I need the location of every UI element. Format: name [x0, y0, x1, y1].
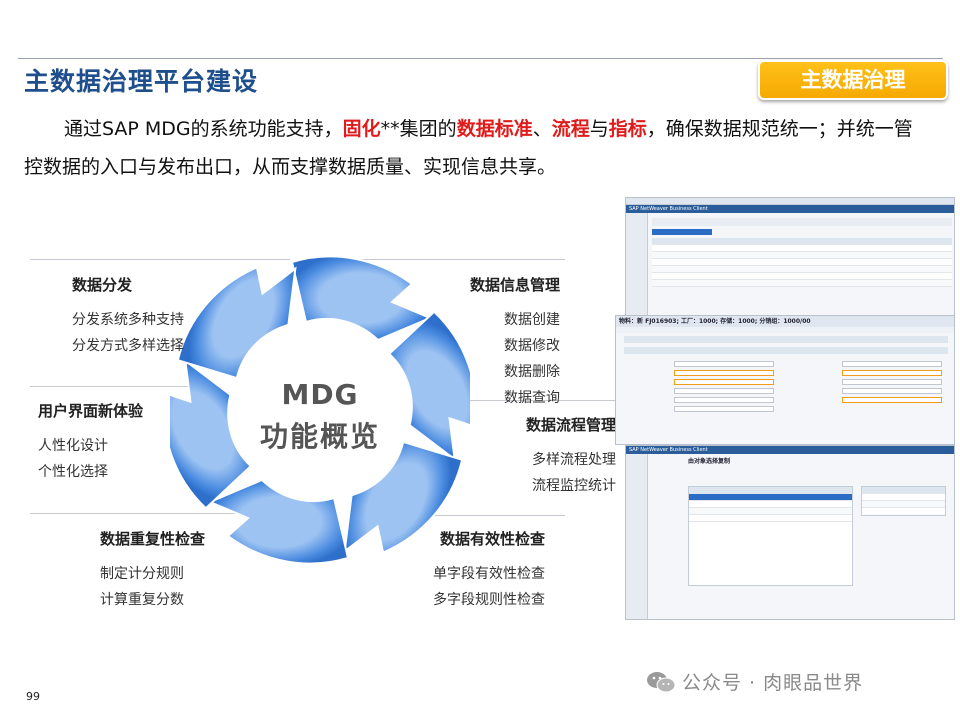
- sap-screenshot-form: 物料：新 FJ016903; 工厂：1000; 存储：1000; 分销组：100…: [615, 315, 955, 445]
- sap-material-bar: 物料：新 FJ016903; 工厂：1000; 存储：1000; 分销组：100…: [616, 316, 954, 327]
- feature-info-mgmt: 数据信息管理 数据创建 数据修改 数据删除 数据查询: [440, 274, 560, 411]
- feature-item: 单字段有效性检查: [433, 566, 545, 582]
- feature-item: 计算重复分数: [100, 592, 184, 608]
- intro-paragraph: 通过SAP MDG的系统功能支持，固化**集团的数据标准、流程与指标，确保数据规…: [24, 110, 924, 186]
- watermark-text: 公众号 · 肉眼品世界: [682, 672, 864, 694]
- top-rule: [18, 58, 943, 59]
- feature-item: 数据创建: [504, 312, 560, 328]
- wechat-icon: [647, 671, 676, 692]
- sap-copy-title: 由对象选择复制: [688, 458, 731, 465]
- intro-text-4: 与: [589, 118, 609, 140]
- feature-item: 数据查询: [504, 390, 560, 406]
- feature-item: 流程监控统计: [532, 478, 616, 494]
- section-tag: 主数据治理: [758, 60, 948, 100]
- feature-item: 多字段规则性检查: [433, 592, 545, 608]
- intro-text-1: 通过SAP MDG的系统功能支持，: [64, 118, 343, 140]
- sap-titlebar: SAP NetWeaver Business Client: [626, 446, 954, 454]
- watermark: 公众号 · 肉眼品世界: [646, 668, 863, 695]
- feature-item: 分发方式多样选择: [72, 338, 184, 354]
- feature-validity: 数据有效性检查 单字段有效性检查 多字段规则性检查: [420, 528, 545, 613]
- feature-item: 人性化设计: [38, 438, 108, 454]
- intro-highlight-1: 固化: [342, 118, 381, 140]
- feature-distribute: 数据分发 分发系统多种支持 分发方式多样选择: [72, 274, 184, 359]
- feature-title: 数据信息管理: [469, 276, 560, 294]
- feature-ui: 用户界面新体验 人性化设计 个性化选择: [38, 400, 143, 485]
- intro-text-2: **集团的: [380, 118, 457, 140]
- intro-highlight-3: 流程: [551, 118, 590, 140]
- feature-title: 数据重复性检查: [100, 530, 206, 548]
- feature-item: 数据删除: [504, 364, 560, 380]
- page-number: 99: [26, 690, 40, 703]
- intro-text-3: 、: [532, 118, 552, 140]
- feature-item: 制定计分规则: [100, 566, 184, 582]
- center-label-mdg: MDG: [281, 378, 359, 411]
- feature-item: 个性化选择: [38, 464, 108, 480]
- page-title: 主数据治理平台建设: [24, 67, 259, 96]
- feature-title: 用户界面新体验: [38, 402, 144, 420]
- center-label-overview: 功能概览: [259, 420, 380, 453]
- feature-duplicate: 数据重复性检查 制定计分规则 计算重复分数: [100, 528, 205, 613]
- feature-title: 数据流程管理: [525, 416, 616, 434]
- feature-item: 多样流程处理: [532, 452, 616, 468]
- intro-highlight-4: 指标: [608, 118, 647, 140]
- sap-screenshot-list: SAP NetWeaver Business Client: [625, 197, 955, 327]
- feature-item: 分发系统多种支持: [72, 312, 184, 328]
- sap-titlebar: SAP NetWeaver Business Client: [626, 205, 954, 213]
- feature-workflow: 数据流程管理 多样流程处理 流程监控统计: [500, 414, 616, 499]
- feature-title: 数据有效性检查: [439, 530, 545, 548]
- sap-screenshot-copy: SAP NetWeaver Business Client 由对象选择复制: [625, 445, 955, 620]
- feature-title: 数据分发: [72, 276, 133, 294]
- intro-highlight-2: 数据标准: [456, 118, 533, 140]
- feature-item: 数据修改: [504, 338, 560, 354]
